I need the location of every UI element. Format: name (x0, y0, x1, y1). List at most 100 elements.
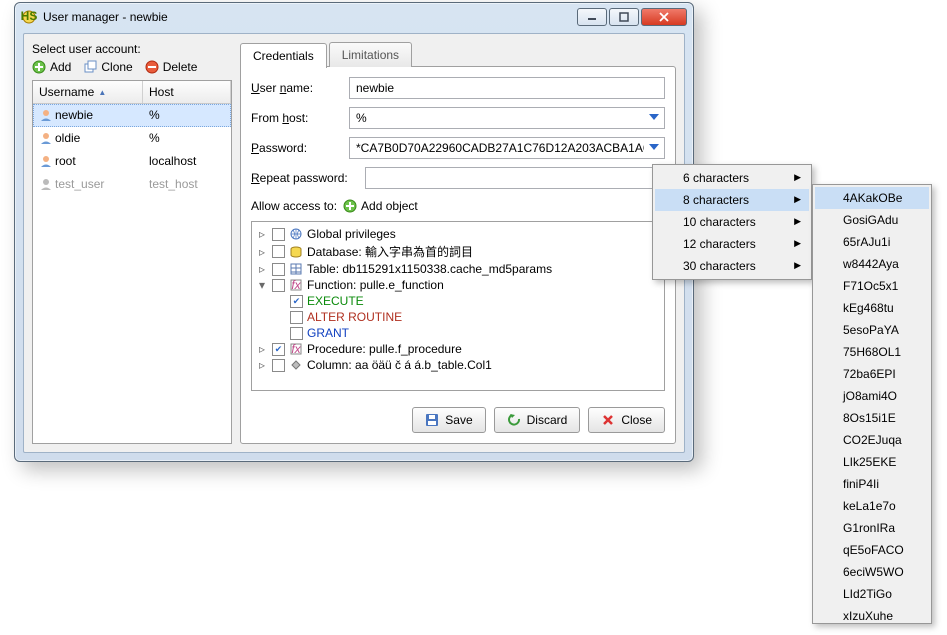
table-icon (289, 262, 303, 276)
user-cell: oldie (49, 129, 143, 147)
expand-icon[interactable]: ▹ (256, 358, 268, 372)
titlebar[interactable]: HS User manager - newbie (15, 3, 693, 31)
checkbox[interactable] (272, 228, 285, 241)
checkbox[interactable]: ✔ (290, 295, 303, 308)
tree-label: Column: aa öäü č á á.b_table.Col1 (307, 358, 492, 372)
menu-item[interactable]: 8Os15i1E (815, 407, 929, 429)
user-row[interactable]: oldie% (33, 127, 231, 150)
submenu-arrow-icon: ▶ (794, 172, 801, 183)
checkbox[interactable] (290, 327, 303, 340)
checkbox[interactable] (272, 245, 285, 258)
delete-user-button[interactable]: Delete (145, 60, 198, 74)
menu-item[interactable]: LId2TiGo (815, 583, 929, 605)
dropdown-icon[interactable] (647, 110, 661, 124)
dropdown-icon[interactable] (647, 140, 661, 154)
tree-label: ALTER ROUTINE (307, 310, 402, 324)
menu-item[interactable]: 4AKakOBe (815, 187, 929, 209)
tree-label: Procedure: pulle.f_procedure (307, 342, 462, 356)
menu-item[interactable]: F71Oc5x1 (815, 275, 929, 297)
tab-limitations[interactable]: Limitations (329, 42, 412, 67)
checkbox[interactable] (272, 263, 285, 276)
menu-item[interactable]: 5esoPaYA (815, 319, 929, 341)
generated-passwords-menu[interactable]: 4AKakOBeGosiGAdu65rAJu1iw8442AyaF71Oc5x1… (812, 184, 932, 624)
menu-item[interactable]: 6eciW5WO (815, 561, 929, 583)
clone-user-button[interactable]: Clone (83, 60, 132, 74)
save-icon (425, 413, 439, 427)
user-icon (33, 175, 49, 193)
checkbox[interactable] (290, 311, 303, 324)
submenu-arrow-icon: ▶ (794, 260, 801, 271)
tree-label: Table: db115291x1150338.cache_md5params (307, 262, 552, 276)
menu-item[interactable]: w8442Aya (815, 253, 929, 275)
svg-text:fx: fx (291, 278, 301, 292)
menu-item[interactable]: LIk25EKE (815, 451, 929, 473)
expand-icon[interactable]: ▹ (256, 342, 268, 356)
user-icon (33, 152, 49, 170)
discard-button[interactable]: Discard (494, 407, 581, 433)
maximize-button[interactable] (609, 8, 639, 26)
menu-item[interactable]: CO2EJuqa (815, 429, 929, 451)
host-cell: % (143, 129, 231, 147)
checkbox[interactable] (272, 279, 285, 292)
menu-item[interactable]: 72ba6EPI (815, 363, 929, 385)
user-cell: root (49, 152, 143, 170)
menu-item[interactable]: qE5oFACO (815, 539, 929, 561)
from-host-input[interactable] (349, 107, 665, 129)
repeat-password-input[interactable] (365, 167, 665, 189)
menu-item[interactable]: xIzuXuhe (815, 605, 929, 627)
close-window-button[interactable] (641, 8, 687, 26)
tab-credentials[interactable]: Credentials (240, 43, 327, 68)
save-button[interactable]: Save (412, 407, 485, 433)
add-object-button[interactable]: Add object (343, 199, 418, 213)
password-label: Password: (251, 141, 341, 155)
menu-item[interactable]: GosiGAdu (815, 209, 929, 231)
user-row[interactable]: rootlocalhost (33, 150, 231, 173)
window-title: User manager - newbie (43, 10, 577, 24)
user-cell: newbie (49, 106, 143, 124)
col-host-header[interactable]: Host (143, 81, 231, 103)
right-pane: Credentials Limitations User name: From … (240, 42, 676, 444)
window: HS User manager - newbie Select user acc… (14, 2, 694, 462)
menu-item[interactable]: 65rAJu1i (815, 231, 929, 253)
tree-label: EXECUTE (307, 294, 364, 308)
expand-icon[interactable]: ▹ (256, 227, 268, 241)
user-cell: test_user (49, 175, 143, 193)
checkbox[interactable]: ✔ (272, 343, 285, 356)
collapse-icon[interactable]: ▾ (256, 278, 268, 292)
checkbox[interactable] (272, 359, 285, 372)
menu-item[interactable]: 30 characters▶ (655, 255, 809, 277)
close-button[interactable]: Close (588, 407, 665, 433)
menu-item[interactable]: 10 characters▶ (655, 211, 809, 233)
menu-item[interactable]: 75H68OL1 (815, 341, 929, 363)
menu-item[interactable]: finiP4Ii (815, 473, 929, 495)
minimize-button[interactable] (577, 8, 607, 26)
menu-item[interactable]: G1ronIRa (815, 517, 929, 539)
tree-label: Database: 輸入字串為首的詞目 (307, 243, 473, 260)
user-row[interactable]: test_usertest_host (33, 173, 231, 196)
svg-text:HS: HS (21, 9, 37, 23)
app-icon: HS (21, 9, 37, 25)
user-table: Username▲ Host newbie%oldie%rootlocalhos… (32, 80, 232, 444)
menu-item[interactable]: 6 characters▶ (655, 167, 809, 189)
add-icon (32, 60, 46, 74)
menu-item[interactable]: keLa1e7o (815, 495, 929, 517)
expand-icon[interactable]: ▹ (256, 245, 268, 259)
password-length-menu[interactable]: 6 characters▶8 characters▶10 characters▶… (652, 164, 812, 280)
menu-item[interactable]: 8 characters▶ (655, 189, 809, 211)
menu-item[interactable]: 12 characters▶ (655, 233, 809, 255)
col-username-header[interactable]: Username▲ (33, 81, 143, 103)
menu-item[interactable]: jO8ami4O (815, 385, 929, 407)
host-cell: localhost (143, 152, 231, 170)
expand-icon[interactable]: ▹ (256, 262, 268, 276)
user-row[interactable]: newbie% (33, 104, 231, 127)
svg-text:fx: fx (291, 342, 301, 356)
column-icon (289, 358, 303, 372)
password-input[interactable] (349, 137, 665, 159)
host-cell: test_host (143, 175, 231, 193)
add-user-button[interactable]: Add (32, 60, 71, 74)
privileges-tree[interactable]: ▹Global privileges ▹Database: 輸入字串為首的詞目 … (251, 221, 665, 391)
user-icon (33, 129, 49, 147)
discard-icon (507, 413, 521, 427)
username-input[interactable] (349, 77, 665, 99)
menu-item[interactable]: kEg468tu (815, 297, 929, 319)
